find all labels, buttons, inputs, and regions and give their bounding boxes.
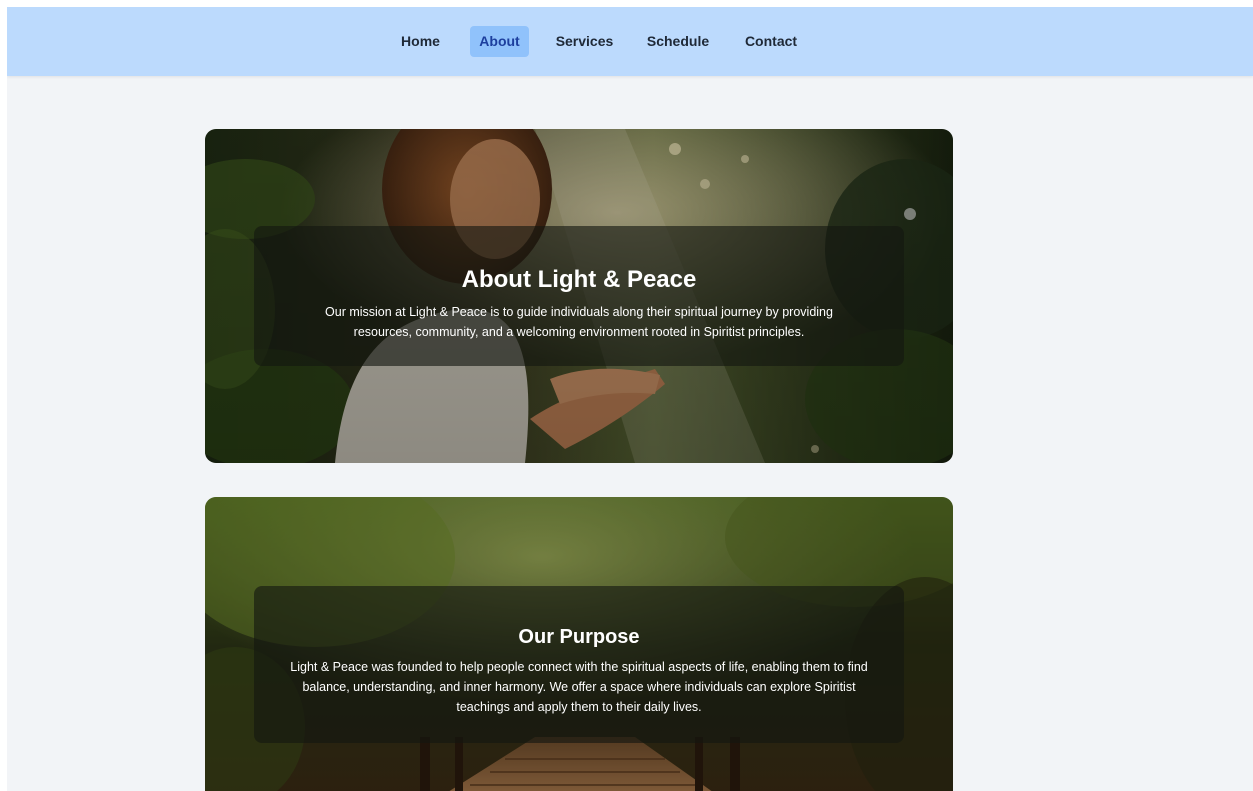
nav-services-link[interactable]: Services bbox=[551, 26, 618, 57]
nav-about-link[interactable]: About bbox=[470, 26, 529, 57]
purpose-title: Our Purpose bbox=[518, 626, 640, 648]
about-hero-card: About Light & Peace Our mission at Light… bbox=[205, 129, 953, 463]
hero-title: About Light & Peace bbox=[461, 266, 697, 293]
nav-contact-link[interactable]: Contact bbox=[737, 26, 805, 57]
purpose-overlay: Our Purpose Light & Peace was founded to… bbox=[254, 586, 904, 743]
nav-home-link[interactable]: Home bbox=[393, 26, 448, 57]
page: Home About Services Schedule Contact Abo… bbox=[7, 7, 1253, 791]
purpose-card: Our Purpose Light & Peace was founded to… bbox=[205, 497, 953, 791]
nav-schedule-link[interactable]: Schedule bbox=[641, 26, 715, 57]
hero-description: Our mission at Light & Peace is to guide… bbox=[325, 305, 833, 339]
hero-overlay: About Light & Peace Our mission at Light… bbox=[254, 226, 904, 366]
purpose-description: Light & Peace was founded to help people… bbox=[290, 660, 868, 714]
top-navbar: Home About Services Schedule Contact bbox=[7, 7, 1253, 76]
